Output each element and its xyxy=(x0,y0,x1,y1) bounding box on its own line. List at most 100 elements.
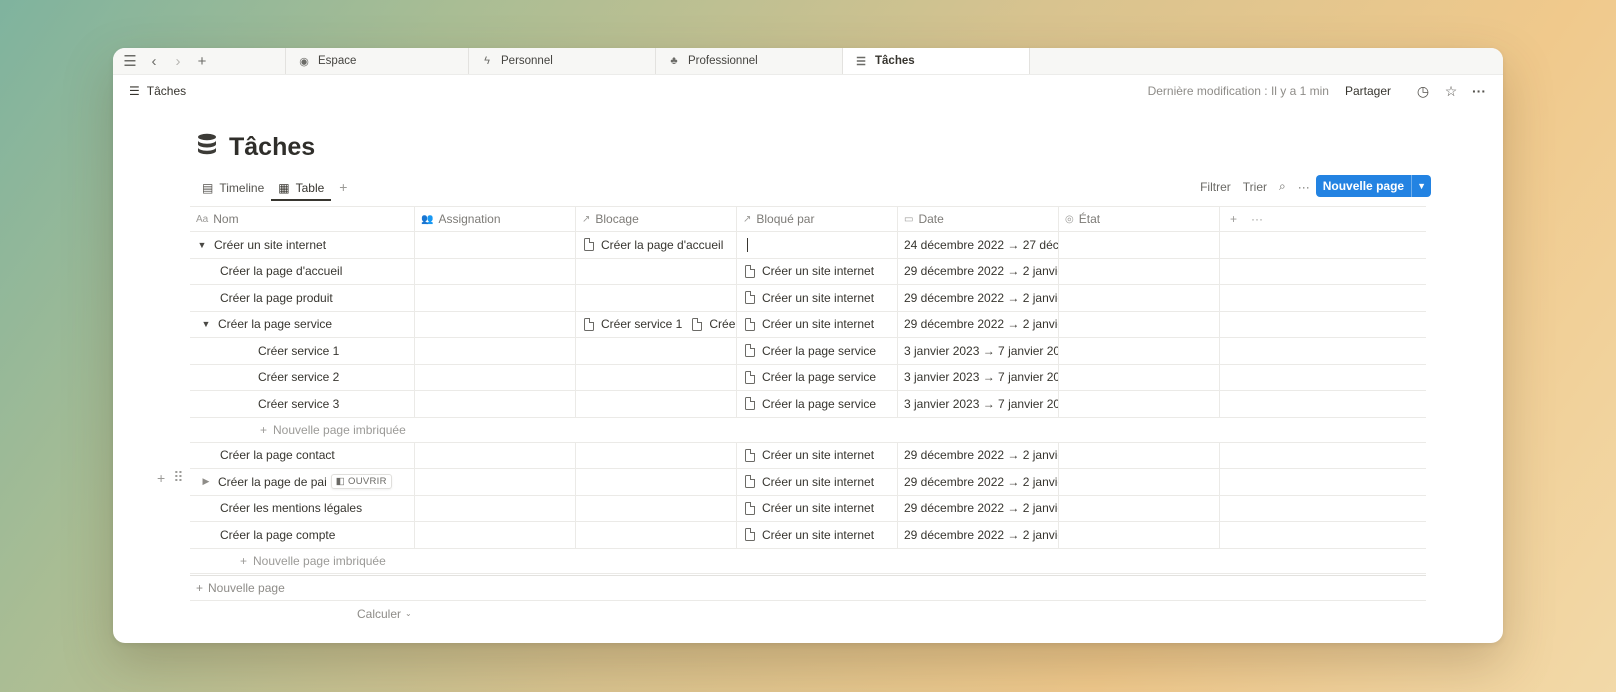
status-cell[interactable] xyxy=(1059,258,1220,284)
assignation-cell[interactable] xyxy=(415,495,576,521)
relation-chip[interactable]: Créer un site internet xyxy=(745,317,874,331)
relation-chip[interactable]: Créer la page service xyxy=(745,344,876,358)
assignation-cell[interactable] xyxy=(415,391,576,417)
relation-chip[interactable]: Créer la page d'accueil xyxy=(584,238,723,252)
open-button[interactable]: ◧ OUVRIR xyxy=(330,474,392,490)
blocage-cell[interactable] xyxy=(576,285,737,311)
assignation-cell[interactable] xyxy=(415,338,576,364)
toggle-open-icon[interactable]: ▼ xyxy=(200,319,212,329)
more-icon[interactable]: ··· xyxy=(1251,212,1263,226)
column-header-2[interactable]: 👥 Assignation xyxy=(415,207,576,231)
date-cell[interactable]: 29 décembre 2022 → 2 janvie xyxy=(898,442,1059,468)
bloque-par-cell[interactable]: Créer un site internet xyxy=(737,495,898,521)
date-cell[interactable]: 29 décembre 2022 → 2 janvie xyxy=(898,495,1059,521)
bloque-par-cell[interactable]: Créer un site internet xyxy=(737,258,898,284)
status-cell[interactable] xyxy=(1059,285,1220,311)
date-cell[interactable]: 3 janvier 2023 → 7 janvier 20 xyxy=(898,391,1059,417)
blocage-cell[interactable]: Créer service 1 Crée xyxy=(576,311,737,337)
name-cell[interactable]: ▼ Créer un site internet xyxy=(190,232,415,258)
history-icon[interactable]: ◷ xyxy=(1413,83,1433,100)
date-cell[interactable]: 3 janvier 2023 → 7 janvier 20 xyxy=(898,338,1059,364)
name-cell[interactable]: Créer les mentions légales xyxy=(190,495,415,521)
table-row[interactable]: Créer la page produit Créer un site inter… xyxy=(190,285,1426,312)
relation-chip[interactable]: Créer un site internet xyxy=(745,528,874,542)
blocage-cell[interactable] xyxy=(576,258,737,284)
relation-chip[interactable]: Créer service 1 xyxy=(584,317,682,331)
bloque-par-cell[interactable]: Créer un site internet xyxy=(737,311,898,337)
add-row-button[interactable]: + Nouvelle page xyxy=(190,574,1426,601)
drag-handle-icon[interactable]: ⠿ xyxy=(173,469,183,486)
name-cell[interactable]: Créer la page d'accueil xyxy=(190,258,415,284)
blocage-cell[interactable] xyxy=(576,495,737,521)
tab-table[interactable]: ▦ Table xyxy=(271,181,332,201)
table-row[interactable]: Créer les mentions légales Créer un site … xyxy=(190,495,1426,522)
date-cell[interactable]: 29 décembre 2022 → 2 janvie xyxy=(898,285,1059,311)
blocage-cell[interactable] xyxy=(576,338,737,364)
sort-button[interactable]: Trier xyxy=(1237,180,1273,201)
assignation-cell[interactable] xyxy=(415,232,576,258)
toggle-open-icon[interactable]: ▼ xyxy=(196,240,208,250)
filter-button[interactable]: Filtrer xyxy=(1194,180,1237,201)
bloque-par-cell[interactable]: Créer la page service xyxy=(737,364,898,390)
plus-icon[interactable]: + xyxy=(157,470,165,486)
blocage-cell[interactable] xyxy=(576,442,737,468)
name-cell[interactable]: Créer la page produit xyxy=(190,285,415,311)
column-header-4[interactable]: ↗ Bloqué par xyxy=(737,207,898,231)
relation-chip[interactable]: Créer la page service xyxy=(745,397,876,411)
toggle-closed-icon[interactable]: ▶ xyxy=(200,476,212,487)
date-cell[interactable]: 29 décembre 2022 → 2 janvie xyxy=(898,258,1059,284)
date-cell[interactable]: 3 janvier 2023 → 7 janvier 20 xyxy=(898,364,1059,390)
tab-professionnel[interactable]: ♣ Professionnel xyxy=(655,48,842,74)
table-row[interactable]: Créer service 1 Créer la page service 3 ja… xyxy=(190,338,1426,365)
tab-espace[interactable]: ◉ Espace xyxy=(285,48,468,74)
assignation-cell[interactable] xyxy=(415,311,576,337)
add-column-icon[interactable]: + xyxy=(1230,212,1237,226)
assignation-cell[interactable] xyxy=(415,442,576,468)
relation-chip[interactable]: Créer un site internet xyxy=(745,291,874,305)
menu-icon[interactable]: ☰ xyxy=(123,52,137,70)
name-cell[interactable]: Créer la page compte xyxy=(190,522,415,548)
date-cell[interactable]: 24 décembre 2022 → 27 déc xyxy=(898,232,1059,258)
table-row[interactable]: Créer la page compte Créer un site intern… xyxy=(190,522,1426,549)
blocage-cell[interactable]: Créer la page d'accueil xyxy=(576,232,737,258)
blocage-cell[interactable] xyxy=(576,522,737,548)
assignation-cell[interactable] xyxy=(415,285,576,311)
name-cell[interactable]: ▼ Créer la page service xyxy=(190,311,415,337)
status-cell[interactable] xyxy=(1059,338,1220,364)
status-cell[interactable] xyxy=(1059,469,1220,495)
status-cell[interactable] xyxy=(1059,442,1220,468)
more-icon[interactable]: ··· xyxy=(1292,180,1316,201)
name-cell[interactable]: Créer service 2 xyxy=(190,364,415,390)
add-subitem-button[interactable]: + Nouvelle page imbriquée xyxy=(190,549,1426,574)
status-cell[interactable] xyxy=(1059,311,1220,337)
name-cell[interactable]: Créer service 1 xyxy=(190,338,415,364)
tab-tâches[interactable]: ☰ Tâches xyxy=(842,48,1029,74)
bloque-par-cell[interactable] xyxy=(737,232,898,258)
relation-chip[interactable]: Créer un site internet xyxy=(745,501,874,515)
table-row[interactable]: Créer service 2 Créer la page service 3 ja… xyxy=(190,364,1426,391)
column-header-3[interactable]: ↗ Blocage xyxy=(576,207,737,231)
column-header-6[interactable]: ◎ État xyxy=(1059,207,1220,231)
table-row[interactable]: ▼ Créer un site internet Créer la page d'a… xyxy=(190,232,1426,259)
relation-chip[interactable]: Créer un site internet xyxy=(745,475,874,489)
breadcrumb[interactable]: ☰ Tâches xyxy=(129,84,186,98)
back-icon[interactable]: ‹ xyxy=(147,53,161,70)
tab-personnel[interactable]: ϟ Personnel xyxy=(468,48,655,74)
blocage-cell[interactable] xyxy=(576,364,737,390)
relation-chip[interactable]: Créer un site internet xyxy=(745,264,874,278)
star-icon[interactable]: ☆ xyxy=(1441,83,1461,100)
column-header-1[interactable]: Aa Nom xyxy=(190,207,415,231)
bloque-par-cell[interactable]: Créer la page service xyxy=(737,391,898,417)
table-row[interactable]: Créer service 3 Créer la page service 3 ja… xyxy=(190,391,1426,418)
bloque-par-cell[interactable]: Créer un site internet xyxy=(737,469,898,495)
relation-chip[interactable]: Crée xyxy=(692,317,735,331)
search-icon[interactable]: ⌕ xyxy=(1273,179,1292,201)
chevron-down-icon[interactable]: ▼ xyxy=(1411,175,1431,197)
assignation-cell[interactable] xyxy=(415,364,576,390)
assignation-cell[interactable] xyxy=(415,469,576,495)
forward-icon[interactable]: › xyxy=(171,53,185,70)
assignation-cell[interactable] xyxy=(415,258,576,284)
add-view-icon[interactable]: + xyxy=(331,179,355,201)
table-row[interactable]: + ⠿ ▶ Créer la page de pai ◧ OUVRIR Créer un s… xyxy=(157,469,1426,496)
bloque-par-cell[interactable]: Créer un site internet xyxy=(737,522,898,548)
